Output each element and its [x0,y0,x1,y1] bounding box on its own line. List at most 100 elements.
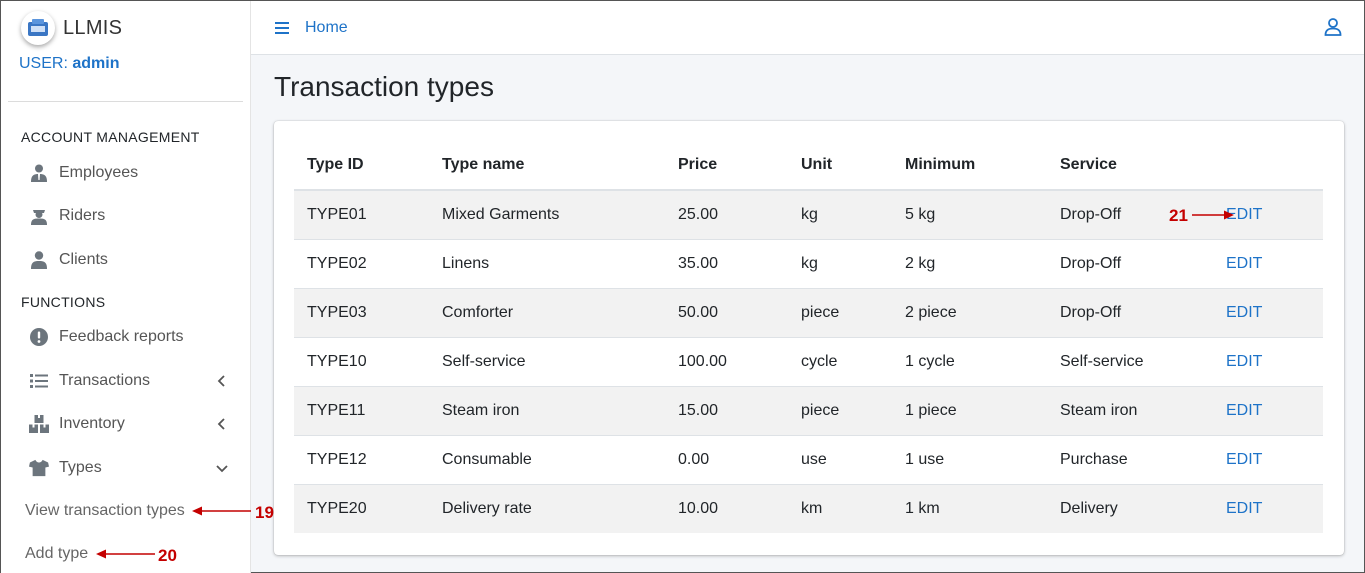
cell-price: 50.00 [665,287,788,337]
table-row: TYPE11 Steam iron 15.00 piece 1 piece St… [294,385,1323,435]
cell-action: EDIT [1213,483,1323,533]
cell-minimum: 1 piece [892,385,1047,435]
column-header-unit[interactable]: Unit [788,141,892,191]
exclamation-circle-icon [29,327,49,347]
cell-service: Drop-Off [1047,287,1213,337]
cell-minimum: 2 piece [892,287,1047,337]
edit-link[interactable]: EDIT [1226,353,1262,370]
cell-unit: km [788,483,892,533]
topbar: Home [251,1,1364,55]
rider-icon [29,206,49,226]
column-header-service[interactable]: Service [1047,141,1213,191]
cell-type-id: TYPE03 [294,287,429,337]
cell-price: 0.00 [665,434,788,484]
user-label: USER: [19,55,68,72]
sidebar-subitem-label: View transaction types [25,502,185,519]
column-header-price[interactable]: Price [665,141,788,191]
edit-link[interactable]: EDIT [1226,402,1262,419]
sidebar-item-label: Riders [59,207,106,225]
cell-type-name: Linens [429,238,665,288]
edit-link[interactable]: EDIT [1226,304,1262,321]
sidebar-item-label: Inventory [59,415,125,433]
cell-minimum: 1 cycle [892,336,1047,386]
hamburger-menu-icon[interactable] [275,21,289,34]
cell-action: EDIT [1213,385,1323,435]
sidebar-item-feedback-reports[interactable]: Feedback reports [1,316,250,360]
sidebar-item-clients[interactable]: Clients [1,238,250,282]
cell-unit: piece [788,287,892,337]
cell-action: EDIT [1213,336,1323,386]
tshirt-icon [29,458,49,478]
chevron-down-icon [216,465,228,473]
cell-unit: kg [788,189,892,239]
cell-type-id: TYPE11 [294,385,429,435]
annotation-arrow-20 [96,549,155,559]
cell-price: 10.00 [665,483,788,533]
cell-minimum: 5 kg [892,189,1047,239]
annotation-arrow-21 [1192,210,1234,220]
page-title: Transaction types [274,71,494,102]
table-row: TYPE02 Linens 35.00 kg 2 kg Drop-Off EDI… [294,238,1323,288]
cell-action: EDIT [1213,238,1323,288]
list-icon [29,371,49,391]
column-header-actions [1213,141,1323,191]
boxes-icon [29,414,49,434]
table-row: TYPE20 Delivery rate 10.00 km 1 km Deliv… [294,483,1323,533]
sidebar-subitem-label: Add type [25,545,89,562]
cell-type-name: Consumable [429,434,665,484]
sidebar-item-types[interactable]: Types [1,446,250,490]
cell-service: Purchase [1047,434,1213,484]
cell-unit: cycle [788,336,892,386]
cell-type-name: Mixed Garments [429,189,665,239]
sidebar-item-label: Feedback reports [59,328,184,346]
annotation-label-21: 21 [1169,206,1188,225]
cell-type-id: TYPE01 [294,189,429,239]
edit-link[interactable]: EDIT [1226,255,1262,272]
table-header-row: Type ID Type name Price Unit Minimum Ser… [294,141,1323,191]
user-icon [29,250,49,270]
sidebar-item-label: Transactions [59,371,150,389]
cell-type-id: TYPE20 [294,483,429,533]
cell-minimum: 1 use [892,434,1047,484]
sidebar: LLMIS USER: admin ACCOUNT MANAGEMENT Emp… [1,1,251,573]
cell-price: 25.00 [665,189,788,239]
user-name[interactable]: admin [72,55,119,72]
table-row: TYPE03 Comforter 50.00 piece 2 piece Dro… [294,287,1323,337]
column-header-type-id[interactable]: Type ID [294,141,429,191]
edit-link[interactable]: EDIT [1226,451,1262,468]
user-tie-icon [29,163,49,183]
cell-type-name: Steam iron [429,385,665,435]
chevron-left-icon [217,375,225,387]
edit-link[interactable]: EDIT [1226,500,1262,517]
cell-type-name: Self-service [429,336,665,386]
user-account-icon[interactable] [1324,18,1342,36]
sidebar-item-riders[interactable]: Riders [1,195,250,239]
logo-icon [28,19,48,36]
cell-type-name: Delivery rate [429,483,665,533]
cell-type-id: TYPE10 [294,336,429,386]
sidebar-item-transactions[interactable]: Transactions [1,359,250,403]
sidebar-item-label: Types [59,458,102,476]
sidebar-item-label: Employees [59,163,139,181]
annotation-arrow-19 [192,506,251,516]
cell-type-id: TYPE12 [294,434,429,484]
cell-minimum: 2 kg [892,238,1047,288]
column-header-type-name[interactable]: Type name [429,141,665,191]
cell-type-id: TYPE02 [294,238,429,288]
cell-action: EDIT [1213,287,1323,337]
annotation-label-20: 20 [158,546,177,565]
brand[interactable]: LLMIS [1,1,250,55]
user-panel: USER: admin [8,55,243,102]
cell-type-name: Comforter [429,287,665,337]
nav-header-account: ACCOUNT MANAGEMENT [21,129,200,145]
table-row: TYPE10 Self-service 100.00 cycle 1 cycle… [294,336,1323,386]
home-link[interactable]: Home [305,19,348,37]
sidebar-item-inventory[interactable]: Inventory [1,403,250,447]
cell-unit: kg [788,238,892,288]
cell-unit: use [788,434,892,484]
sidebar-item-employees[interactable]: Employees [1,151,250,195]
cell-service: Delivery [1047,483,1213,533]
column-header-minimum[interactable]: Minimum [892,141,1047,191]
cell-service: Drop-Off [1047,189,1213,239]
cell-action: EDIT [1213,434,1323,484]
